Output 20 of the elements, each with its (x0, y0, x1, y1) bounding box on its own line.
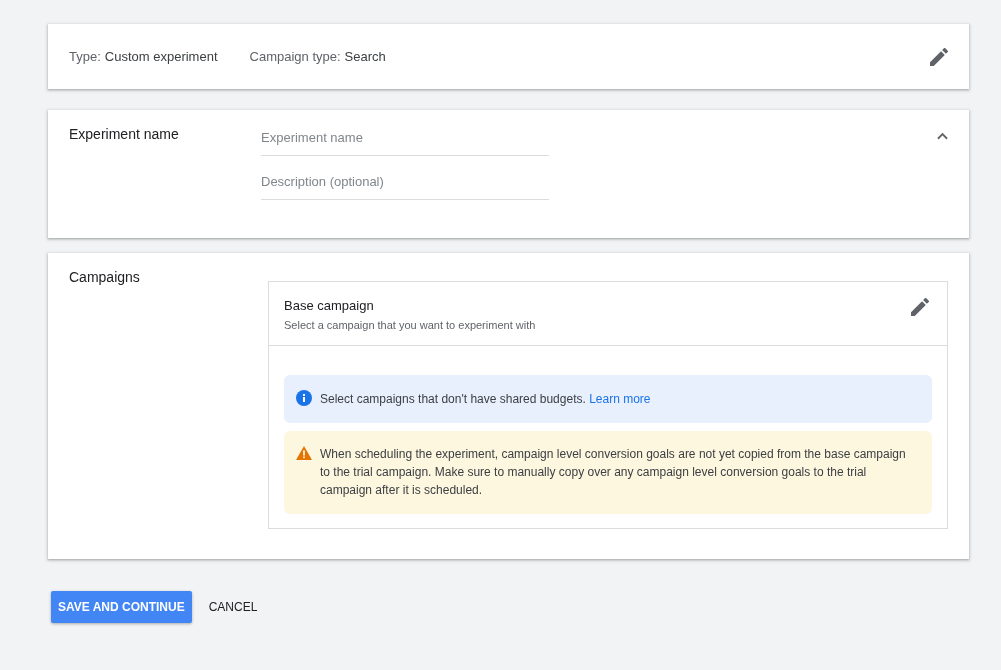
alert-message: When scheduling the experiment, campaign level conversion goals are not yet copied from the base campaign to the trial campaign. Make sure to manually copy over any campaign level conversion goals to the trial campaign after it is scheduled. (320, 446, 907, 499)
panel-title: Base campaign (284, 298, 375, 313)
learn-more-link[interactable]: Learn more (589, 392, 651, 406)
save-and-continue-button[interactable]: SAVE AND CONTINUE (51, 591, 192, 623)
warning-icon (296, 445, 312, 461)
summary-value: Search (344, 49, 386, 64)
edit-icon[interactable] (911, 298, 929, 316)
info-icon (296, 390, 312, 406)
alert-message: Select campaigns that don't have shared budgets. Learn more (320, 391, 652, 408)
section-title: Campaigns (69, 269, 141, 285)
edit-icon[interactable] (930, 47, 948, 66)
summary-label: Type: (69, 49, 101, 64)
input-field[interactable]: Description (optional) (261, 170, 549, 200)
section-title: Experiment name (69, 126, 180, 142)
summary-value: Custom experiment (104, 49, 218, 64)
chevron-up-icon[interactable] (937, 132, 948, 140)
panel-subtitle: Select a campaign that you want to experiment with (284, 319, 536, 331)
input-field[interactable]: Experiment name (261, 126, 549, 156)
summary-label: Campaign type: (249, 49, 341, 64)
cancel-button[interactable]: CANCEL (201, 591, 265, 623)
